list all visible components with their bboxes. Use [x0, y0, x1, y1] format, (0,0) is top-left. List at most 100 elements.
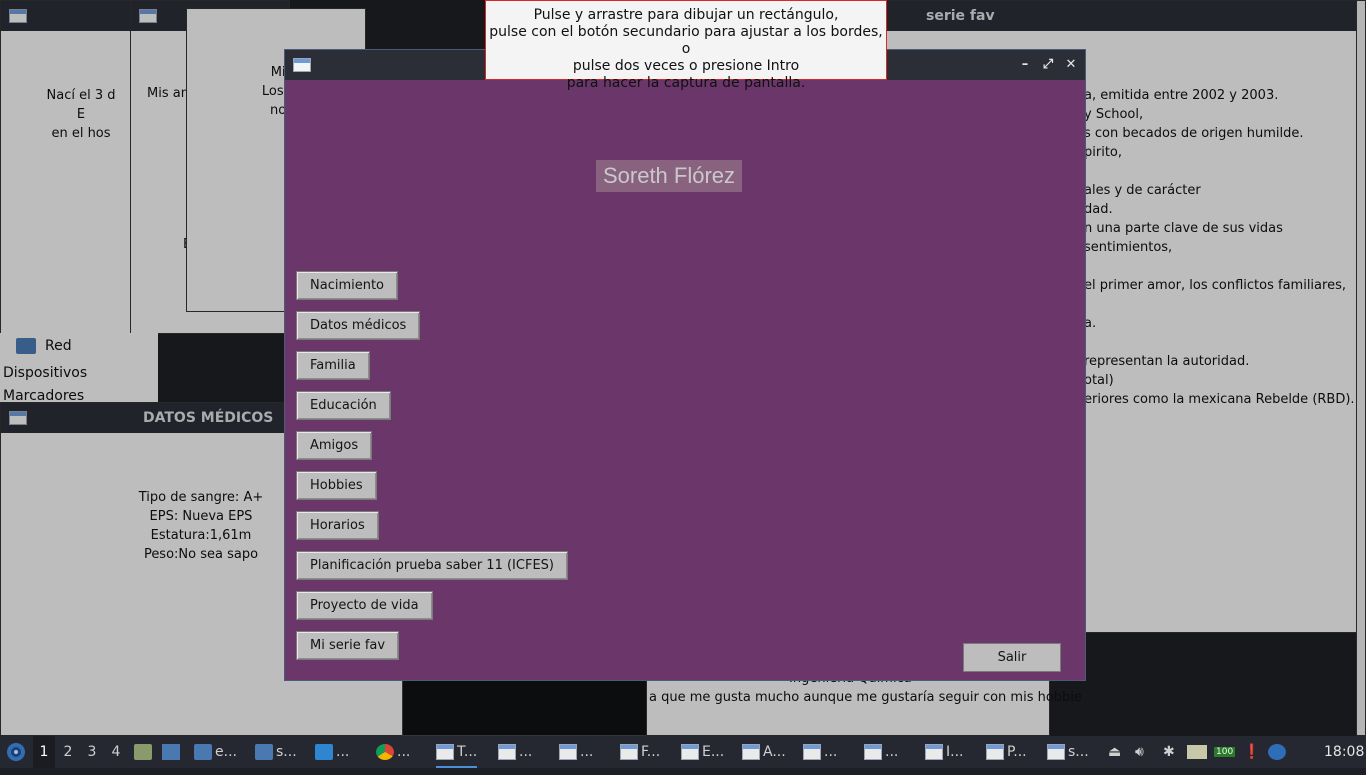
minimize-icon[interactable]: – — [1016, 56, 1034, 74]
taskbar: 1 2 3 4 e... s... ... ... T... ... ... F… — [0, 736, 1366, 768]
devices-item[interactable]: Dispositivos — [3, 365, 87, 381]
task-label: ... — [580, 744, 594, 760]
birth-button[interactable]: Nacimiento — [296, 271, 399, 300]
serie-line: a. — [1084, 316, 1097, 331]
schedule-button[interactable]: Horarios — [296, 511, 379, 540]
task-item[interactable]: ... — [376, 736, 410, 768]
exit-button[interactable]: Salir — [963, 643, 1061, 672]
favorite-series-button[interactable]: Mi serie fav — [296, 631, 400, 660]
close-icon[interactable]: ✕ — [1062, 56, 1080, 74]
medical-data-button[interactable]: Datos médicos — [296, 311, 421, 340]
workspace-2[interactable]: 2 — [57, 736, 79, 768]
serie-line: representan la autoridad. — [1084, 354, 1250, 369]
volume-icon[interactable]: 🔊︎ — [1135, 736, 1144, 768]
folder-icon — [194, 744, 212, 760]
window-icon — [986, 744, 1004, 760]
task-item[interactable]: ... — [559, 736, 593, 768]
start-menu-icon[interactable] — [5, 736, 27, 768]
window-icon — [681, 744, 699, 760]
window-icon — [9, 9, 27, 23]
bluetooth-icon[interactable]: ✱ — [1163, 736, 1175, 768]
window-icon — [620, 744, 638, 760]
workspace-4[interactable]: 4 — [105, 736, 127, 768]
birth-window: Nací el 3 d E en el hos — [0, 0, 132, 334]
window-icon — [864, 744, 882, 760]
task-item[interactable]: I... — [925, 736, 963, 768]
task-label: I... — [946, 744, 964, 760]
window-icon — [139, 9, 157, 23]
task-item[interactable]: ... — [864, 736, 898, 768]
desktop-launcher-icon[interactable] — [162, 736, 183, 768]
serie-text: a, emitida entre 2002 y 2003. y School, … — [1084, 86, 1355, 409]
capture-instructions-tooltip: Pulse y arrastre para dibujar un rectáng… — [485, 0, 887, 91]
task-label: F... — [641, 744, 661, 760]
window-icon — [498, 744, 516, 760]
clock[interactable]: 18:08 — [1324, 736, 1364, 768]
battery-indicator[interactable]: 100 — [1214, 736, 1236, 768]
task-item[interactable]: ... — [803, 736, 837, 768]
vscode-icon — [315, 744, 333, 760]
network-icon[interactable] — [1187, 736, 1210, 768]
serie-line: y School, — [1084, 107, 1144, 122]
window-icon — [1047, 744, 1065, 760]
serie-line: ales y de carácter — [1084, 183, 1201, 198]
maximize-icon[interactable]: ⤢ — [1039, 56, 1057, 74]
task-label: T... — [457, 744, 478, 760]
network-folder-icon — [16, 338, 36, 354]
task-item[interactable]: e... — [194, 736, 237, 768]
tooltip-line: para hacer la captura de pantalla. — [566, 75, 806, 91]
birth-window-titlebar — [1, 1, 131, 31]
tooltip-line: Pulse y arrastre para dibujar un rectáng… — [533, 7, 839, 23]
serie-line: eriores como la mexicana Rebelde (RBD). — [1084, 392, 1355, 407]
education-button[interactable]: Educación — [296, 391, 391, 420]
serie-line: el primer amor, los conflictos familiare… — [1084, 278, 1346, 293]
notification-icon[interactable]: ❗ — [1243, 736, 1260, 768]
task-label: e... — [215, 744, 237, 760]
task-item[interactable]: E... — [681, 736, 724, 768]
serie-window-title: serie fav — [926, 8, 995, 24]
update-icon[interactable] — [1268, 736, 1289, 768]
task-item[interactable]: F... — [620, 736, 660, 768]
life-project-line: a que me gusta mucho aunque me gustaría … — [649, 690, 1082, 705]
tooltip-line: pulse dos veces o presione Intro — [572, 58, 800, 74]
window-icon — [803, 744, 821, 760]
serie-line: s con becados de origen humilde. — [1084, 126, 1304, 141]
task-label: s... — [1068, 744, 1089, 760]
task-item[interactable]: ... — [315, 736, 349, 768]
chrome-icon — [376, 744, 394, 760]
window-icon — [742, 744, 760, 760]
friends-button[interactable]: Amigos — [296, 431, 373, 460]
task-item[interactable]: s... — [255, 736, 297, 768]
task-label: ... — [397, 744, 411, 760]
eject-icon[interactable]: ⏏ — [1108, 736, 1121, 768]
tooltip-line: pulse con el botón secundario para ajust… — [489, 24, 883, 57]
task-item[interactable]: s... — [1047, 736, 1089, 768]
workspace-1[interactable]: 1 — [33, 736, 55, 768]
main-window: – ⤢ ✕ Soreth Flórez Nacimiento Datos méd… — [284, 49, 1086, 681]
workspace-3[interactable]: 3 — [81, 736, 103, 768]
window-icon — [9, 411, 27, 425]
files-launcher-icon[interactable] — [134, 736, 155, 768]
task-label: ... — [519, 744, 533, 760]
task-item[interactable]: A... — [742, 736, 786, 768]
medical-window-title: DATOS MÉDICOS — [143, 410, 274, 426]
serie-line: pirito, — [1084, 145, 1123, 160]
hobbies-button[interactable]: Hobbies — [296, 471, 377, 500]
file-manager-window: Red Dispositivos Marcadores — [0, 333, 158, 413]
battery-level: 100 — [1214, 747, 1236, 757]
task-item[interactable]: ... — [498, 736, 532, 768]
right-edge-window — [1356, 0, 1366, 736]
window-icon — [559, 744, 577, 760]
icfes-plan-button[interactable]: Planificación prueba saber 11 (ICFES) — [296, 551, 568, 580]
family-button[interactable]: Familia — [296, 351, 370, 380]
task-item-active[interactable]: T... — [436, 736, 478, 768]
life-project-button[interactable]: Proyecto de vida — [296, 591, 433, 620]
student-name: Soreth Flórez — [596, 160, 742, 192]
task-label: ... — [885, 744, 899, 760]
serie-line: a, emitida entre 2002 y 2003. — [1084, 88, 1279, 103]
task-label: s... — [276, 744, 297, 760]
task-label: A... — [763, 744, 786, 760]
task-label: E... — [702, 744, 725, 760]
network-item[interactable]: Red — [45, 338, 72, 354]
task-item[interactable]: P... — [986, 736, 1027, 768]
